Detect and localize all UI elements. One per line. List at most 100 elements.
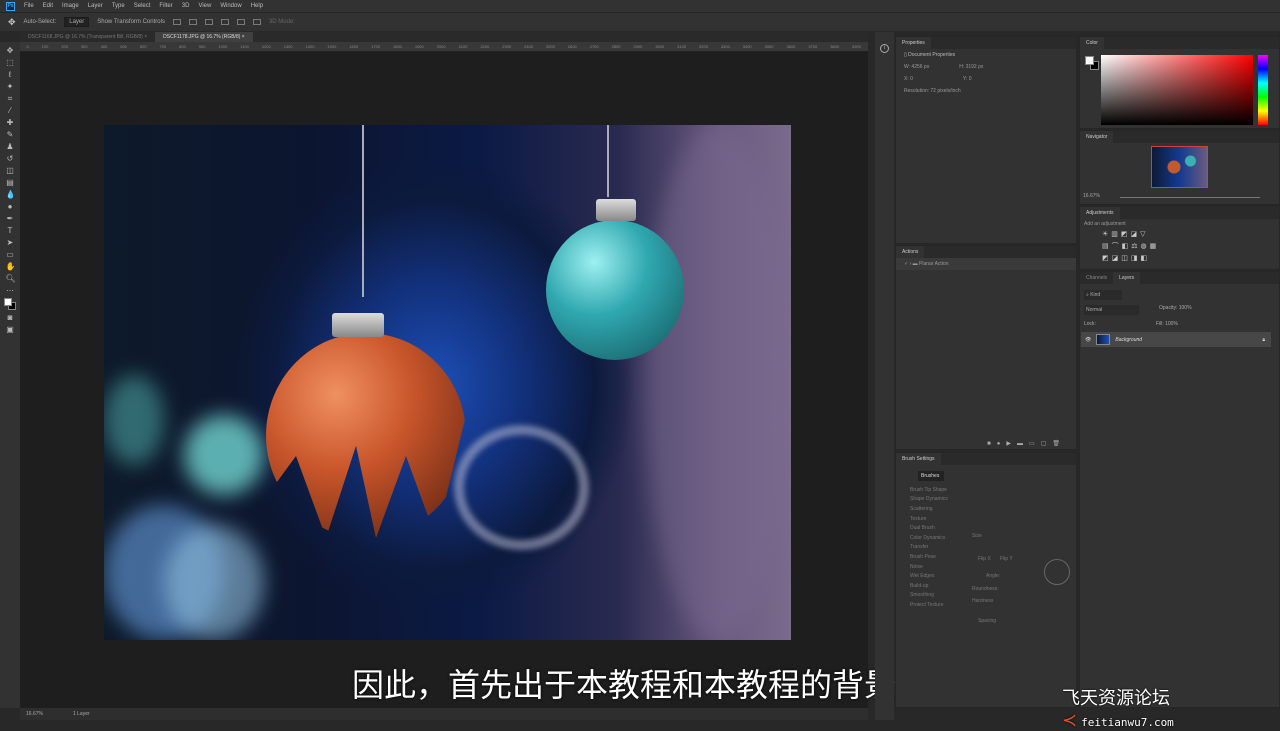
ruler-tick-label: 300 (80, 44, 88, 49)
zoom-tool-icon[interactable]: 🔍︎ (6, 274, 16, 283)
brush-settings-tab[interactable]: Brush Settings (896, 453, 941, 465)
brush-option-item[interactable]: Scattering (896, 504, 1076, 514)
info-icon[interactable]: i (880, 44, 889, 53)
action-set-row[interactable]: ✓ › ▬ Planar Action (896, 258, 1076, 270)
panel-icon-column: i (875, 32, 894, 720)
opacity-field[interactable]: Opacity: 100% (1159, 305, 1192, 315)
lock-icon[interactable]: 🔒︎ (1262, 337, 1265, 343)
hand-tool-icon[interactable]: ✋ (6, 262, 16, 271)
brush-option-item[interactable]: Color Dynamics (896, 533, 1076, 543)
brush-option-item[interactable]: Transfer (896, 543, 1076, 553)
align-center-icon[interactable] (236, 19, 245, 25)
brushes-button[interactable]: Brushes (918, 471, 944, 481)
menu-file[interactable]: File (24, 3, 34, 9)
layer-thumbnail (1096, 334, 1111, 345)
eraser-icon[interactable]: ◫ (6, 166, 15, 175)
ruler-tick-label: 1000 (218, 44, 228, 49)
adjustments-tab[interactable]: Adjustments (1080, 207, 1120, 219)
tab-dscf1168[interactable]: DSCF1168.JPG @ 16.7% (Transparent Bill, … (20, 32, 155, 42)
properties-tab[interactable]: Properties (896, 37, 931, 49)
brush-option-item[interactable]: Dual Brush (896, 523, 1076, 533)
eyedropper-icon[interactable]: ⁄ (6, 106, 15, 115)
channels-tab[interactable]: Channels (1080, 272, 1114, 284)
lasso-tool-icon[interactable]: ℓ (6, 70, 15, 79)
color-tab[interactable]: Color (1080, 37, 1104, 49)
blend-mode-select[interactable]: Normal (1084, 305, 1139, 315)
brush-option-item[interactable]: Texture (896, 514, 1076, 524)
visibility-eye-icon[interactable]: 👁︎ (1085, 337, 1091, 343)
magic-wand-icon[interactable]: ✦ (6, 82, 15, 91)
x-value[interactable]: X: 0 (904, 76, 913, 82)
pen-tool-icon[interactable]: ✒ (6, 214, 15, 223)
brush-option-item[interactable]: Shape Dynamics (896, 495, 1076, 505)
ruler-tick-label: 2600 (567, 44, 577, 49)
layer-name[interactable]: Background (1115, 337, 1257, 343)
ruler-tick-label: 3800 (830, 44, 840, 49)
move-tool-icon[interactable]: ✥ (6, 46, 15, 55)
quick-mask-icon[interactable]: ◙ (6, 313, 15, 322)
align-middle-icon[interactable] (188, 19, 197, 25)
zoom-level[interactable]: 16.67% (26, 708, 43, 720)
adjustment-icons[interactable]: ☀▥◩◪▽ ▤⌒◧⚖◍▦ ◩◪◫◨◧ (1080, 229, 1279, 265)
actions-tab[interactable]: Actions (896, 246, 925, 258)
type-tool-icon[interactable]: T (6, 226, 15, 235)
flip-x-checkbox[interactable]: Flip X (978, 556, 991, 562)
screen-mode-icon[interactable]: ▣ (6, 325, 15, 334)
rectangle-tool-icon[interactable]: ▭ (6, 250, 15, 259)
hue-slider[interactable] (1258, 55, 1268, 125)
tab-dscf1178[interactable]: DSCF1178.JPG @ 16.7% (RGB/8) × (155, 32, 253, 42)
ornament-photo[interactable] (104, 125, 791, 640)
navigator-zoom-value[interactable]: 16.67% (1083, 193, 1100, 199)
navigator-thumbnail[interactable] (1151, 146, 1208, 188)
align-bottom-icon[interactable] (204, 19, 213, 25)
document-properties-label: ▯ Document Properties (904, 52, 956, 58)
menu-type[interactable]: Type (112, 3, 125, 9)
height-value[interactable]: H: 3192 px (959, 64, 983, 70)
layer-row-background[interactable]: 👁︎ Background 🔒︎ (1081, 332, 1271, 347)
path-select-icon[interactable]: ➤ (6, 238, 15, 247)
spacing-checkbox[interactable]: Spacing (978, 618, 996, 624)
auto-select-checkbox[interactable]: Auto-Select: (24, 19, 57, 25)
foreground-color-swatch[interactable] (1085, 56, 1094, 65)
crop-tool-icon[interactable]: ⌗ (6, 94, 15, 103)
dodge-tool-icon[interactable]: ● (6, 202, 15, 211)
gradient-tool-icon[interactable]: ▤ (6, 178, 15, 187)
healing-brush-icon[interactable]: ✚ (6, 118, 15, 127)
y-value[interactable]: Y: 0 (963, 76, 972, 82)
align-left-icon[interactable] (220, 19, 229, 25)
ruler-tick-label: 0 (26, 44, 29, 49)
layer-filter-select[interactable]: ⌕ Kind (1084, 290, 1122, 300)
menu-layer[interactable]: Layer (88, 3, 103, 9)
align-top-icon[interactable] (172, 19, 181, 25)
menu-view[interactable]: View (198, 3, 211, 9)
bokeh-light (184, 415, 264, 495)
menu-3d[interactable]: 3D (182, 3, 190, 9)
show-transform-checkbox[interactable]: Show Transform Controls (97, 19, 165, 25)
navigator-zoom-slider[interactable] (1120, 197, 1260, 198)
menu-window[interactable]: Window (220, 3, 241, 9)
marquee-tool-icon[interactable]: ⬚ (6, 58, 15, 67)
align-right-icon[interactable] (252, 19, 261, 25)
menu-filter[interactable]: Filter (159, 3, 172, 9)
flip-y-checkbox[interactable]: Flip Y (1000, 556, 1013, 562)
more-tools-icon[interactable]: ⋯ (6, 286, 15, 295)
layers-tab[interactable]: Layers (1113, 272, 1141, 284)
move-tool-icon[interactable]: ✥ (8, 17, 16, 28)
menu-image[interactable]: Image (62, 3, 79, 9)
fill-field[interactable]: Fill: 100% (1156, 321, 1178, 327)
foreground-background-swatch[interactable] (4, 298, 16, 310)
menu-help[interactable]: Help (251, 3, 263, 9)
history-brush-icon[interactable]: ↺ (6, 154, 15, 163)
navigator-tab[interactable]: Navigator (1080, 131, 1114, 143)
auto-select-dropdown[interactable]: Layer (64, 17, 90, 27)
width-value[interactable]: W: 4256 px (904, 64, 929, 70)
brush-option-item[interactable]: Brush Tip Shape (896, 485, 1076, 495)
brush-angle-preview[interactable] (1044, 559, 1070, 585)
menu-select[interactable]: Select (134, 3, 151, 9)
clone-stamp-icon[interactable]: ♟ (6, 142, 15, 151)
ruler-tick-label: 400 (100, 44, 108, 49)
brush-tool-icon[interactable]: ✎ (6, 130, 15, 139)
blur-tool-icon[interactable]: 💧 (6, 190, 16, 199)
menu-edit[interactable]: Edit (43, 3, 53, 9)
color-picker-field[interactable] (1101, 55, 1253, 125)
